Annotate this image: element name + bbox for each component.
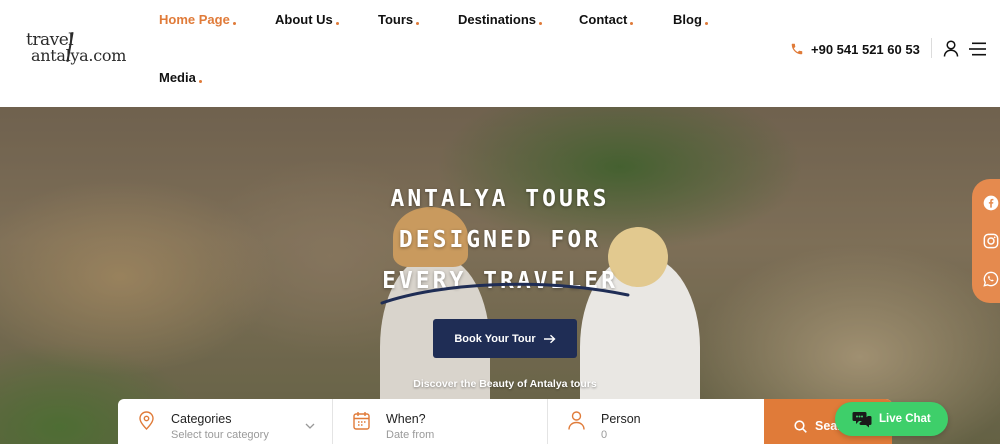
hero-title-line2: DESIGNED FOR <box>398 227 602 253</box>
hero-subtitle: Discover the Beauty of Antalya tours <box>413 378 597 390</box>
search-icon <box>794 420 807 433</box>
person-label: Person <box>601 412 641 426</box>
site-header: travel antalya.com Home Page About Us To… <box>0 0 1000 107</box>
logo-text-antalya: antalya.com <box>31 46 127 65</box>
hero-title-line1: ANTALYA TOURS <box>390 186 610 212</box>
facebook-icon[interactable] <box>983 195 999 211</box>
instagram-icon[interactable] <box>983 233 999 249</box>
person-value: 0 <box>601 429 608 441</box>
phone-number: +90 541 521 60 53 <box>811 41 920 57</box>
person-field[interactable]: Person 0 <box>548 399 764 444</box>
category-placeholder: Select tour category <box>171 429 269 441</box>
calendar-icon <box>353 412 370 430</box>
chevron-down-icon <box>305 423 315 429</box>
chat-bubble-icon <box>852 412 872 428</box>
nav-home-label: Home Page <box>159 12 230 27</box>
person-icon <box>568 411 585 430</box>
book-tour-button[interactable]: Book Your Tour <box>433 319 577 358</box>
nav-contact[interactable]: Contact <box>579 12 634 27</box>
book-tour-label: Book Your Tour <box>454 332 536 345</box>
nav-tours[interactable]: Tours <box>378 12 420 27</box>
live-chat-button[interactable]: Live Chat <box>835 402 948 436</box>
nav-destinations-label: Destinations <box>458 12 537 27</box>
title-underline-swoosh <box>380 282 630 305</box>
location-pin-icon <box>139 411 154 430</box>
nav-media-label: Media <box>159 70 196 85</box>
nav-dot <box>232 22 236 25</box>
header-divider <box>931 38 932 58</box>
nav-media[interactable]: Media <box>159 70 202 85</box>
site-logo[interactable]: travel antalya.com <box>26 30 126 70</box>
hero-banner: ANTALYA TOURS DESIGNED FOR EVERY TRAVELE… <box>0 107 1000 444</box>
nav-dot <box>416 22 420 25</box>
tour-search-bar: Categories Select tour category When? Da… <box>118 399 892 444</box>
nav-tours-label: Tours <box>378 12 414 27</box>
social-bar <box>972 179 1000 303</box>
nav-dot <box>539 22 543 25</box>
nav-dot <box>335 22 339 25</box>
nav-home[interactable]: Home Page <box>159 12 236 27</box>
date-field[interactable]: When? Date from <box>333 399 547 444</box>
category-label: Categories <box>171 412 232 426</box>
whatsapp-icon[interactable] <box>983 271 999 287</box>
phone-link[interactable]: +90 541 521 60 53 <box>790 41 920 57</box>
arrow-right-icon <box>543 334 556 343</box>
nav-dot <box>630 22 634 25</box>
user-icon[interactable] <box>943 40 959 57</box>
live-chat-label: Live Chat <box>879 413 931 425</box>
date-placeholder: Date from <box>386 429 435 441</box>
nav-blog[interactable]: Blog <box>673 12 708 27</box>
nav-contact-label: Contact <box>579 12 628 27</box>
category-select[interactable]: Categories Select tour category <box>118 399 332 444</box>
nav-about[interactable]: About Us <box>275 12 339 27</box>
date-label: When? <box>386 412 426 426</box>
menu-icon[interactable] <box>969 42 986 56</box>
nav-about-label: About Us <box>275 12 333 27</box>
nav-destinations[interactable]: Destinations <box>458 12 543 27</box>
nav-dot <box>198 80 202 83</box>
nav-blog-label: Blog <box>673 12 702 27</box>
phone-icon <box>791 43 803 55</box>
nav-dot <box>704 22 708 25</box>
